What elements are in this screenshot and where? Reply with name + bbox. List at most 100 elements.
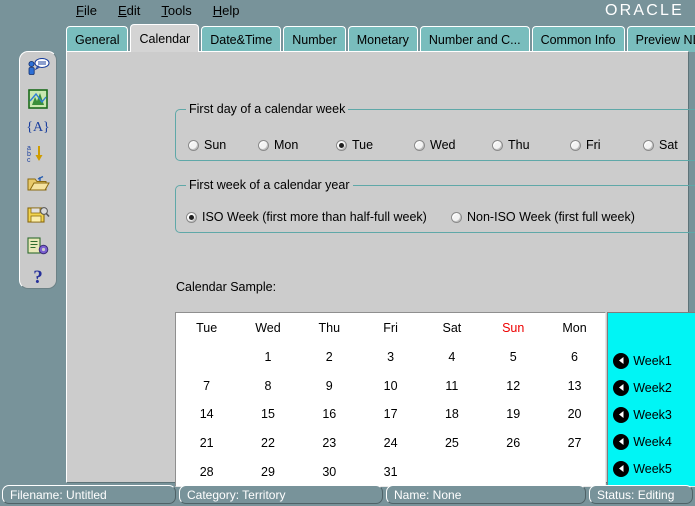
status-bar: Filename: Untitled Category: Territory N… [0,484,695,506]
radio-mark-wed [414,140,425,151]
calendar-day-cell[interactable] [176,343,237,372]
radio-mark-sat [643,140,654,151]
calendar-day-cell[interactable]: 29 [237,457,298,486]
tab-preview-nlt[interactable]: Preview NLT [627,26,695,52]
tab-common-info[interactable]: Common Info [532,26,625,52]
tab-monetary[interactable]: Monetary [348,26,418,52]
radio-label-fri: Fri [586,138,601,152]
radio-non-iso-week[interactable]: Non-ISO Week (first full week) [451,210,635,224]
first-day-radio-row: Sun Mon Tue Wed Thu Fri [176,138,695,152]
calendar-day-cell[interactable]: 4 [421,343,482,372]
radio-mark-mon [258,140,269,151]
calendar-day-cell[interactable]: 8 [237,372,298,401]
calendar-day-cell[interactable]: 22 [237,429,298,458]
status-name: Name: None [386,485,586,504]
calendar-day-cell[interactable]: 5 [483,343,544,372]
week-item-3[interactable]: Week3 [608,401,695,428]
menu-item-edit-rest: dit [127,3,141,18]
radio-sun[interactable]: Sun [176,138,258,152]
calendar-day-cell[interactable]: 6 [544,343,605,372]
calendar-day-cell[interactable] [421,457,482,486]
calendar-day-cell[interactable]: 14 [176,400,237,429]
calendar-day-cell[interactable] [483,457,544,486]
tab-calendar[interactable]: Calendar [130,24,199,52]
calendar-day-cell[interactable]: 13 [544,372,605,401]
calendar-day-cell[interactable]: 11 [421,372,482,401]
open-folder-icon [26,174,50,199]
map-icon [28,89,48,114]
calendar-day-cell[interactable]: 18 [421,400,482,429]
week-item-5[interactable]: Week5 [608,455,695,482]
menu-bar: File Edit Tools Help [0,0,695,22]
tool-document-settings[interactable] [25,236,51,260]
arrow-left-circle-icon [613,434,629,450]
calendar-day-cell[interactable]: 2 [299,343,360,372]
radio-iso-week[interactable]: ISO Week (first more than half-full week… [176,210,451,224]
calendar-day-cell[interactable]: 10 [360,372,421,401]
calendar-day-cell[interactable]: 12 [483,372,544,401]
radio-thu[interactable]: Thu [492,138,570,152]
menu-item-tools[interactable]: Tools [161,3,191,19]
tab-date-time[interactable]: Date&Time [201,26,281,52]
tool-user-comment[interactable] [25,58,51,82]
braces-a-icon: {A} [26,120,50,136]
calendar-day-cell[interactable]: 28 [176,457,237,486]
radio-mon[interactable]: Mon [258,138,336,152]
tool-sort-abc[interactable]: a b c [25,143,51,167]
status-status: Status: Editing [589,485,693,504]
tool-open[interactable] [25,174,51,198]
calendar-day-cell[interactable]: 30 [299,457,360,486]
tab-general[interactable]: General [66,26,128,52]
tool-help[interactable]: ? [25,267,51,289]
first-day-group-title: First day of a calendar week [186,102,348,116]
radio-label-sat: Sat [659,138,678,152]
calendar-day-cell[interactable] [544,457,605,486]
calendar-week-row-3: 14 15 16 17 18 19 20 [176,400,605,429]
menu-item-file[interactable]: File [76,3,97,19]
menu-item-edit[interactable]: Edit [118,3,140,19]
tool-map[interactable] [25,89,51,113]
radio-label-non-iso-week: Non-ISO Week (first full week) [467,210,635,224]
calendar-day-cell[interactable]: 16 [299,400,360,429]
radio-mark-fri [570,140,581,151]
calendar-day-cell[interactable]: 19 [483,400,544,429]
calendar-day-cell[interactable]: 23 [299,429,360,458]
arrow-left-circle-icon [613,380,629,396]
calendar-day-cell[interactable]: 3 [360,343,421,372]
calendar-day-cell[interactable]: 26 [483,429,544,458]
week-item-1[interactable]: Week1 [608,347,695,374]
tab-number-and-c[interactable]: Number and C... [420,26,530,52]
arrow-left-circle-icon [613,353,629,369]
radio-tue[interactable]: Tue [336,138,414,152]
calendar-day-cell[interactable]: 7 [176,372,237,401]
calendar-day-cell[interactable]: 1 [237,343,298,372]
tab-number[interactable]: Number [283,26,345,52]
calendar-day-cell[interactable]: 31 [360,457,421,486]
week-label-1: Week1 [633,354,672,368]
radio-sat[interactable]: Sat [643,138,678,152]
menu-item-help[interactable]: Help [213,3,240,19]
calendar-day-cell[interactable]: 25 [421,429,482,458]
calendar-day-cell[interactable]: 9 [299,372,360,401]
radio-mark-thu [492,140,503,151]
calendar-settings-panel: First day of a calendar week Sun Mon Tue… [66,51,689,483]
arrow-left-circle-icon [613,407,629,423]
day-header-thu: Thu [299,313,360,343]
calendar-day-cell[interactable]: 17 [360,400,421,429]
radio-fri[interactable]: Fri [570,138,643,152]
menu-item-tools-rest: ools [168,3,192,18]
week-item-4[interactable]: Week4 [608,428,695,455]
radio-wed[interactable]: Wed [414,138,492,152]
tab-strip: General Calendar Date&Time Number Moneta… [66,24,695,52]
calendar-day-cell[interactable]: 15 [237,400,298,429]
status-category: Category: Territory [179,485,383,504]
calendar-day-cell[interactable]: 24 [360,429,421,458]
radio-label-sun: Sun [204,138,226,152]
calendar-day-cell[interactable]: 21 [176,429,237,458]
week-label-5: Week5 [633,462,672,476]
tool-braces-a[interactable]: {A} [25,120,51,136]
calendar-day-cell[interactable]: 20 [544,400,605,429]
week-item-2[interactable]: Week2 [608,374,695,401]
calendar-day-cell[interactable]: 27 [544,429,605,458]
tool-save[interactable] [25,205,51,229]
